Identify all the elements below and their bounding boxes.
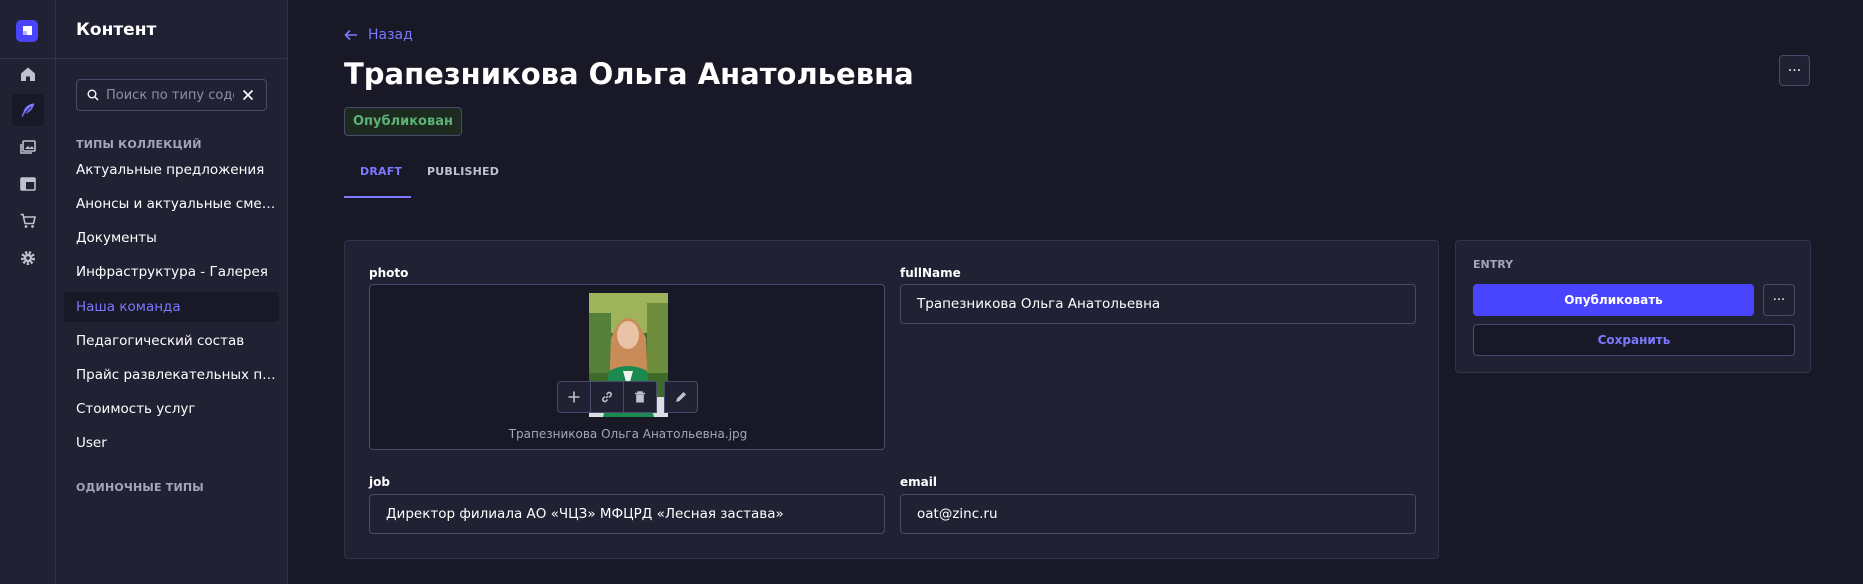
email-field[interactable]: oat@zinc.ru	[900, 494, 1416, 534]
pencil-icon	[676, 392, 686, 402]
arrow-left-icon	[344, 29, 357, 41]
photo-file-name: Трапезникова Ольга Анатольевна.jpg	[508, 427, 748, 441]
content-type-builder-button[interactable]	[12, 168, 44, 200]
photo-field[interactable]: Трапезникова Ольга Анатольевна.jpg	[369, 284, 885, 450]
entry-heading: ENTRY	[1473, 258, 1514, 271]
content-manager-button[interactable]	[12, 94, 44, 126]
gear-icon	[21, 251, 35, 265]
media-library-button[interactable]	[12, 131, 44, 163]
collection-types-heading: ТИПЫ КОЛЛЕКЦИЙ	[76, 138, 202, 151]
active-tab-indicator	[344, 196, 411, 198]
fullname-label: fullName	[900, 266, 961, 280]
back-label: Назад	[368, 27, 413, 43]
layout-icon	[20, 177, 36, 191]
page-title: Трапезникова Ольга Анатольевна	[344, 57, 914, 91]
tab-draft[interactable]: DRAFT	[360, 165, 402, 178]
cart-icon	[20, 213, 37, 228]
tab-published[interactable]: PUBLISHED	[427, 165, 499, 178]
entry-more-button[interactable]: ···	[1763, 284, 1795, 316]
plus-icon	[568, 391, 580, 403]
nav-item-documents[interactable]: Документы	[64, 223, 279, 253]
single-types-heading: ОДИНОЧНЫЕ ТИПЫ	[76, 481, 204, 494]
settings-button[interactable]	[12, 242, 44, 274]
nav-item-teaching-staff[interactable]: Педагогический состав	[64, 326, 279, 356]
save-button[interactable]: Сохранить	[1473, 324, 1795, 356]
copy-link-button[interactable]	[590, 381, 624, 413]
status-badge: Опубликован	[344, 107, 462, 136]
search-icon	[87, 89, 99, 101]
subnav-title: Контент	[76, 20, 157, 40]
nav-item-service-cost[interactable]: Стоимость услуг	[64, 394, 279, 424]
home-icon	[21, 67, 35, 81]
nav-item-infrastructure-gallery[interactable]: Инфраструктура - Галерея	[64, 257, 279, 287]
marketplace-button[interactable]	[12, 205, 44, 237]
logo-icon	[23, 26, 32, 35]
fullname-field[interactable]: Трапезникова Ольга Анатольевна	[900, 284, 1416, 324]
add-photo-button[interactable]	[557, 381, 591, 413]
content-subnav: Контент ТИПЫ КОЛЛЕКЦИЙ Актуальные предло…	[56, 0, 288, 584]
back-link[interactable]: Назад	[344, 27, 413, 43]
delete-photo-button[interactable]	[623, 381, 657, 413]
feather-icon	[21, 103, 35, 117]
email-label: email	[900, 475, 937, 489]
home-button[interactable]	[12, 58, 44, 90]
app-logo[interactable]	[16, 20, 38, 42]
clear-search-icon[interactable]	[242, 89, 254, 101]
job-field[interactable]: Директор филиала АО «ЧЦЗ» МФЦРД «Лесная …	[369, 494, 885, 534]
job-label: job	[369, 475, 390, 489]
edit-photo-button[interactable]	[664, 381, 698, 413]
nav-item-our-team[interactable]: Наша команда	[64, 292, 279, 322]
main-nav-rail	[0, 0, 56, 584]
entry-panel: ENTRY Опубликовать ··· Сохранить	[1455, 240, 1811, 373]
nav-item-announcements[interactable]: Анонсы и актуальные смены	[64, 189, 279, 219]
photo-actions	[557, 381, 698, 413]
search-input[interactable]	[106, 87, 234, 103]
link-icon	[602, 391, 612, 403]
subnav-divider	[56, 58, 287, 59]
photo-label: photo	[369, 266, 409, 280]
search-field[interactable]	[76, 79, 267, 111]
nav-item-actual-offers[interactable]: Актуальные предложения	[64, 155, 279, 185]
edit-form-card: photo Трапезникова Ольга Анатольевна.jpg…	[344, 240, 1439, 559]
media-library-icon	[20, 140, 36, 154]
nav-item-user[interactable]: User	[64, 428, 279, 458]
more-actions-button[interactable]: ···	[1779, 55, 1810, 86]
publish-button[interactable]: Опубликовать	[1473, 284, 1754, 316]
nav-item-entertainment-prices[interactable]: Прайс развлекательных п…	[64, 360, 279, 390]
trash-icon	[635, 391, 645, 403]
